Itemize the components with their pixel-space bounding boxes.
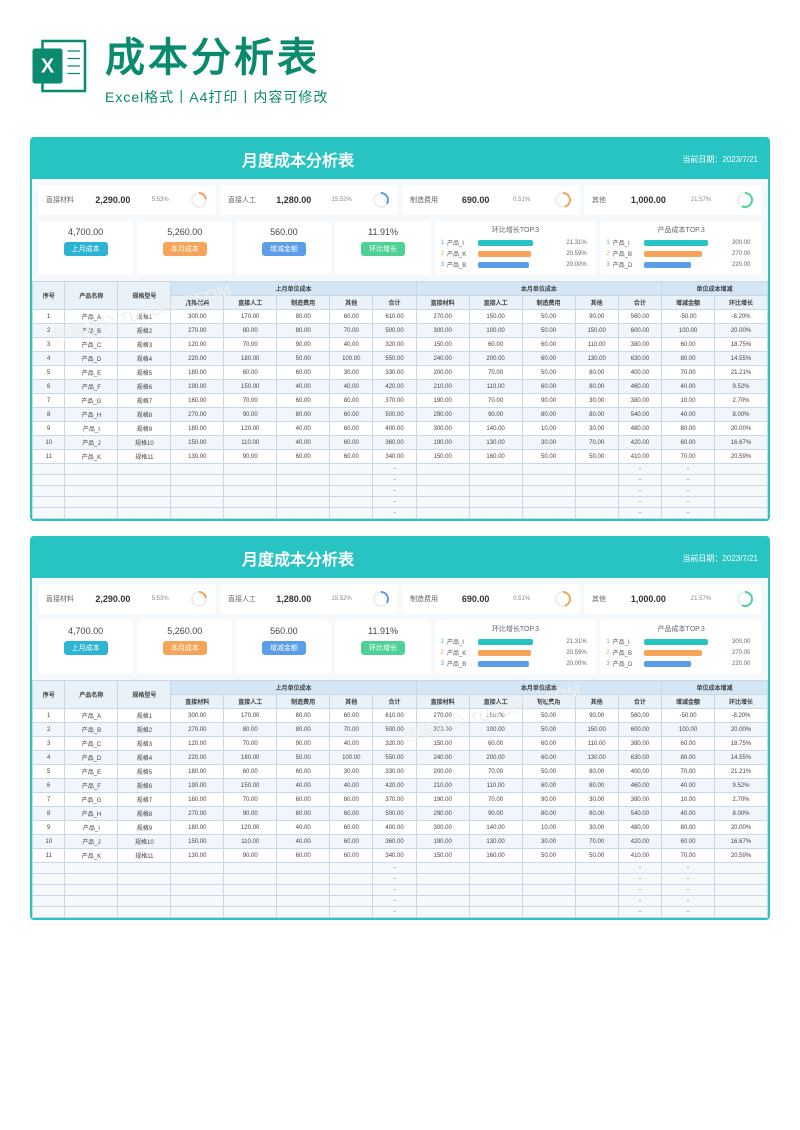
sheet-date: 当前日期：2023/7/21 (682, 154, 758, 165)
chart-box: 环比增长TOP.31产品_I21.31%2产品_K20.59%3产品_B20.0… (435, 620, 597, 674)
sheet: 月度成本分析表 当前日期：2023/7/21 直接材料2,290.005.53%直… (30, 137, 770, 521)
table-row: 9产品_I规格9180.00120.0040.0060.00400.00300.… (33, 821, 768, 835)
page-header: X 成本分析表 Excel格式丨A4打印丨内容可修改 (0, 0, 800, 122)
table-row: --- (33, 885, 768, 896)
main-title: 成本分析表 (105, 25, 770, 83)
cost-table: 序号产品名称规格型号上月单位成本本月单位成本单位成本增减 直接材料直接人工制造费… (32, 281, 768, 519)
table-row: 7产品_G规格7160.0070.0060.0080.00370.00190.0… (33, 793, 768, 807)
table-row: 6产品_F规格6190.00150.0040.0040.00420.00210.… (33, 380, 768, 394)
sheet: 月度成本分析表 当前日期：2023/7/21 直接材料2,290.005.53%直… (30, 536, 770, 920)
table-row: 11产品_K规格11130.0090.0060.0060.00340.00150… (33, 450, 768, 464)
dash-card: 560.00增减金额 (236, 221, 331, 275)
kpi-card: 直接人工1,280.0015.52% (220, 185, 398, 215)
table-row: 6产品_F规格6190.00150.0040.0040.00420.00210.… (33, 779, 768, 793)
table-row: --- (33, 475, 768, 486)
table-row: 1产品_A规格1300.00170.0080.0060.00610.00270.… (33, 310, 768, 324)
dash-card: 560.00增减金额 (236, 620, 331, 674)
chart-box: 产品成本TOP.31产品_I300.002产品_B270.003产品_D220.… (600, 620, 762, 674)
table-row: 5产品_E规格5180.0060.0060.0030.00330.00200.0… (33, 366, 768, 380)
dash-card: 4,700.00上月成本 (38, 620, 133, 674)
svg-text:X: X (41, 55, 55, 77)
table-row: --- (33, 464, 768, 475)
table-row: 10产品_J规格10150.00110.0040.0060.00360.0019… (33, 436, 768, 450)
dash-card: 5,260.00本月成本 (137, 221, 232, 275)
kpi-card: 直接材料2,290.005.53% (38, 185, 216, 215)
table-row: 4产品_D规格4220.00180.0050.00100.00550.00240… (33, 751, 768, 765)
table-row: 10产品_J规格10150.00110.0040.0060.00360.0019… (33, 835, 768, 849)
table-row: --- (33, 863, 768, 874)
table-row: --- (33, 896, 768, 907)
chart-box: 产品成本TOP.31产品_I300.002产品_B270.003产品_D220.… (600, 221, 762, 275)
dash-card: 11.91%环比增长 (335, 221, 430, 275)
kpi-card: 制造费用690.000.51% (402, 584, 580, 614)
excel-icon: X (30, 36, 90, 96)
kpi-card: 直接材料2,290.005.53% (38, 584, 216, 614)
kpi-card: 直接人工1,280.0015.52% (220, 584, 398, 614)
table-row: 9产品_I规格9180.00120.0040.0060.00400.00300.… (33, 422, 768, 436)
table-row: 3产品_C规格3120.0070.0090.0040.00320.00150.0… (33, 338, 768, 352)
dash-card: 4,700.00上月成本 (38, 221, 133, 275)
table-row: 4产品_D规格4220.00180.0050.00100.00550.00240… (33, 352, 768, 366)
dash-card: 11.91%环比增长 (335, 620, 430, 674)
table-row: --- (33, 907, 768, 918)
table-row: --- (33, 874, 768, 885)
kpi-card: 其他1,000.0021.57% (584, 185, 762, 215)
cost-table: 序号产品名称规格型号上月单位成本本月单位成本单位成本增减 直接材料直接人工制造费… (32, 680, 768, 918)
table-row: 3产品_C规格3120.0070.0090.0040.00320.00150.0… (33, 737, 768, 751)
table-row: 8产品_H规格8270.0090.0080.0060.00500.00290.0… (33, 807, 768, 821)
table-row: 11产品_K规格11130.0090.0060.0060.00340.00150… (33, 849, 768, 863)
table-row: 7产品_G规格7160.0070.0060.0080.00370.00190.0… (33, 394, 768, 408)
kpi-card: 其他1,000.0021.57% (584, 584, 762, 614)
table-row: 2产品_B规格2270.0080.0080.0070.00500.00300.0… (33, 723, 768, 737)
dash-card: 5,260.00本月成本 (137, 620, 232, 674)
chart-box: 环比增长TOP.31产品_I21.31%2产品_K20.59%3产品_B20.0… (435, 221, 597, 275)
table-row: --- (33, 497, 768, 508)
sheet-title: 月度成本分析表 (242, 147, 354, 171)
sheet-title: 月度成本分析表 (242, 546, 354, 570)
table-row: 2产品_B规格2270.0080.0080.0070.00500.00300.0… (33, 324, 768, 338)
table-row: --- (33, 486, 768, 497)
subtitle: Excel格式丨A4打印丨内容可修改 (105, 87, 770, 107)
table-row: 5产品_E规格5180.0060.0060.0030.00330.00200.0… (33, 765, 768, 779)
table-row: 1产品_A规格1300.00170.0080.0060.00610.00270.… (33, 709, 768, 723)
table-row: 8产品_H规格8270.0090.0080.0060.00500.00290.0… (33, 408, 768, 422)
table-row: --- (33, 508, 768, 519)
sheet-date: 当前日期：2023/7/21 (682, 553, 758, 564)
kpi-card: 制造费用690.000.51% (402, 185, 580, 215)
